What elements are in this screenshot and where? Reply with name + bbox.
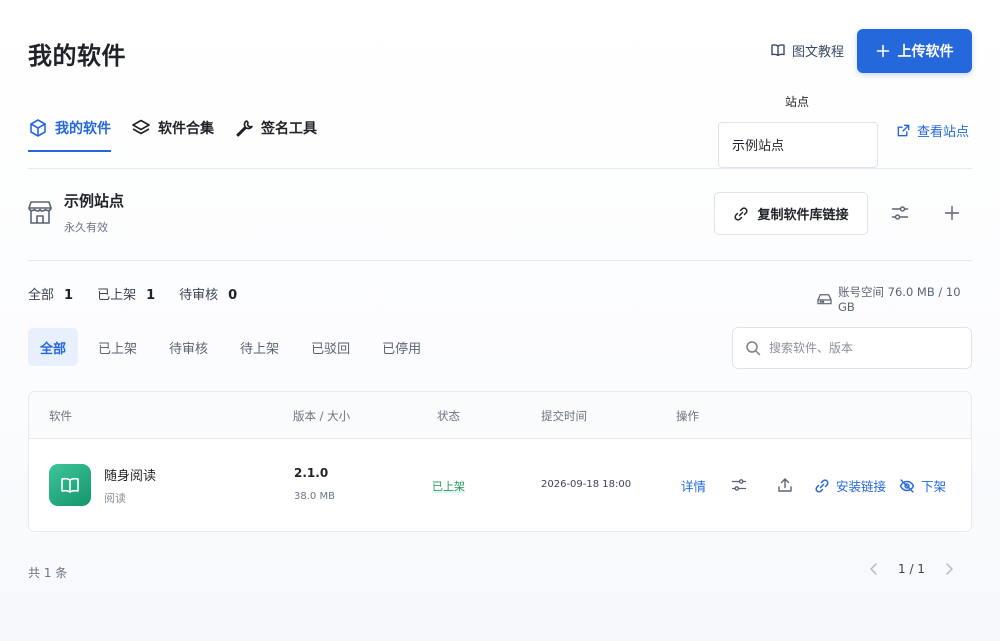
sliders-icon: [891, 206, 909, 220]
plus-icon: [876, 44, 889, 58]
stat-label: 待审核: [179, 288, 219, 303]
tab-label: 签名工具: [261, 121, 317, 137]
wrench-icon: [236, 120, 253, 137]
layers-icon: [132, 119, 150, 135]
tutorial-label: 图文教程: [792, 44, 845, 60]
detail-label: 详情: [681, 479, 707, 494]
storage-label: 账号空间 76.0 MB / 10 GB: [838, 285, 961, 314]
tab-my-software[interactable]: 我的软件: [28, 112, 111, 152]
app-size: 38.0 MB: [294, 491, 335, 502]
column-header-status: 状态: [437, 409, 460, 423]
view-site-link[interactable]: 查看站点: [896, 120, 969, 140]
divider: [28, 168, 972, 169]
search-input[interactable]: [769, 341, 959, 355]
tab-label: 软件合集: [158, 121, 214, 137]
stat-label: 已上架: [97, 288, 137, 303]
filter-to-be-listed[interactable]: 待上架: [228, 328, 291, 366]
stats-bar: 全部 1 已上架 1 待审核 0: [28, 284, 237, 303]
update-upload-button[interactable]: [775, 475, 795, 495]
tab-bar: 我的软件 软件合集 签名工具: [28, 112, 317, 152]
settings-sliders-button[interactable]: [888, 201, 912, 225]
row-settings-button[interactable]: [729, 475, 749, 495]
store-icon: [28, 201, 52, 224]
eye-off-icon: [899, 478, 915, 493]
external-link-icon: [897, 124, 910, 136]
stat-count: 0: [228, 288, 238, 303]
column-header-actions: 操作: [676, 409, 699, 423]
site-label: 站点: [785, 95, 810, 109]
next-page-button[interactable]: [943, 562, 955, 576]
stat-label: 全部: [28, 288, 55, 303]
hard-drive-icon: [817, 294, 832, 305]
tab-label: 我的软件: [55, 121, 111, 137]
column-header-software: 软件: [49, 409, 72, 423]
tab-signing-tool[interactable]: 签名工具: [234, 112, 317, 144]
book-icon: [61, 477, 79, 493]
search-icon: [746, 341, 761, 356]
view-site-label: 查看站点: [917, 124, 970, 140]
submit-time: 2026-09-18 18:00: [541, 479, 632, 490]
filter-rejected[interactable]: 已驳回: [299, 328, 362, 366]
total-count: 共 1 条: [28, 566, 68, 580]
upload-label: 上传软件: [897, 44, 954, 60]
column-header-version-size: 版本 / 大小: [293, 409, 351, 423]
storage-usage: 账号空间 76.0 MB / 10 GB: [817, 284, 972, 314]
site-select[interactable]: 示例站点: [718, 122, 878, 168]
stat-count: 1: [64, 288, 74, 303]
stat-pending: 待审核 0: [179, 284, 237, 303]
copy-library-link-button[interactable]: 复制软件库链接: [714, 192, 868, 235]
link-icon: [734, 206, 749, 221]
install-link-label: 安装链接: [836, 479, 887, 494]
tab-software-collection[interactable]: 软件合集: [131, 112, 214, 144]
page-indicator: 1 / 1: [898, 562, 925, 576]
link-icon: [815, 478, 829, 493]
status-badge: 已上架: [432, 480, 465, 493]
store-validity: 永久有效: [64, 221, 108, 234]
status-filter-bar: 全部 已上架 待审核 待上架 已驳回 已停用: [28, 328, 433, 366]
page-title: 我的软件: [28, 42, 126, 70]
column-header-submit-time: 提交时间: [541, 409, 587, 423]
plus-icon: [944, 205, 960, 221]
table-header: 软件 版本 / 大小 状态 提交时间 操作: [29, 392, 971, 439]
software-table: 软件 版本 / 大小 状态 提交时间 操作 随身阅读 阅读 2.1.0 38.0…: [28, 391, 972, 532]
cube-icon: [30, 119, 46, 137]
app-version: 2.1.0: [294, 466, 329, 480]
page: 我的软件 图文教程 上传软件 我的软件 软件合集 签名工具 站点 示例站点 查看…: [28, 0, 972, 641]
filter-listed[interactable]: 已上架: [86, 328, 149, 366]
stat-listed: 已上架 1: [97, 284, 155, 303]
filter-pending-review[interactable]: 待审核: [157, 328, 220, 366]
unlist-button[interactable]: 下架: [899, 476, 946, 495]
divider: [28, 260, 972, 261]
add-site-button[interactable]: [940, 201, 964, 225]
upload-software-button[interactable]: 上传软件: [857, 29, 972, 73]
filter-disabled[interactable]: 已停用: [370, 328, 433, 366]
copy-library-link-label: 复制软件库链接: [757, 208, 849, 223]
prev-page-button[interactable]: [868, 562, 880, 576]
app-icon: [49, 464, 91, 506]
stat-count: 1: [146, 288, 156, 303]
tutorial-link[interactable]: 图文教程: [770, 40, 844, 60]
book-icon: [771, 44, 785, 57]
install-link-button[interactable]: 安装链接: [814, 476, 886, 495]
search-box: [732, 327, 972, 369]
store-name: 示例站点: [64, 192, 125, 210]
stat-all: 全部 1: [28, 284, 73, 303]
chevron-left-icon: [870, 563, 877, 575]
unlist-label: 下架: [921, 479, 947, 494]
chevron-right-icon: [946, 563, 953, 575]
pagination: 1 / 1: [868, 562, 955, 576]
upload-icon: [778, 478, 792, 492]
detail-link[interactable]: 详情: [681, 476, 706, 495]
app-name: 随身阅读: [104, 469, 157, 484]
filter-all[interactable]: 全部: [28, 328, 79, 366]
app-category: 阅读: [104, 492, 126, 505]
sliders-icon: [731, 479, 747, 491]
